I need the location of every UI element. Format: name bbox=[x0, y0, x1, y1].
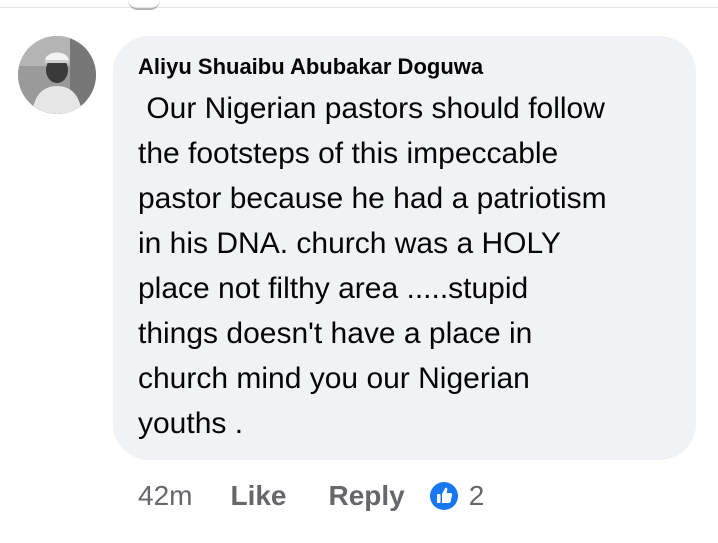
like-button[interactable]: Like bbox=[230, 480, 286, 512]
avatar[interactable] bbox=[18, 36, 96, 114]
reply-button[interactable]: Reply bbox=[329, 480, 405, 512]
comment-text: Our Nigerian pastors should follow the f… bbox=[138, 86, 688, 446]
reaction-summary[interactable]: 2 bbox=[429, 480, 485, 512]
comment-text-line: place not filthy area .....stupid bbox=[138, 272, 529, 305]
comment-author[interactable]: Aliyu Shuaibu Abubakar Doguwa bbox=[138, 54, 483, 80]
divider bbox=[0, 7, 718, 8]
like-thumb-icon bbox=[429, 481, 459, 511]
comment-text-line: things doesn't have a place in bbox=[138, 317, 533, 350]
profile-photo bbox=[18, 36, 96, 114]
previous-item-fragment bbox=[128, 0, 160, 10]
comment-text-line: Our Nigerian pastors should follow bbox=[138, 92, 605, 125]
comment-text-line: the footsteps of this impeccable bbox=[138, 137, 559, 170]
reaction-count: 2 bbox=[468, 480, 485, 511]
comment-timestamp[interactable]: 42m bbox=[138, 480, 192, 512]
comment-actions: 42m Like Reply 2 bbox=[138, 476, 484, 516]
comment-text-line: pastor because he had a patriotism bbox=[138, 182, 607, 215]
comment-text-line: church mind you our Nigerian bbox=[138, 362, 530, 395]
comment-screen: Aliyu Shuaibu Abubakar Doguwa Our Nigeri… bbox=[0, 0, 718, 543]
comment-text-line: in his DNA. church was a HOLY bbox=[138, 227, 561, 260]
comment-text-line: youths . bbox=[138, 407, 244, 440]
